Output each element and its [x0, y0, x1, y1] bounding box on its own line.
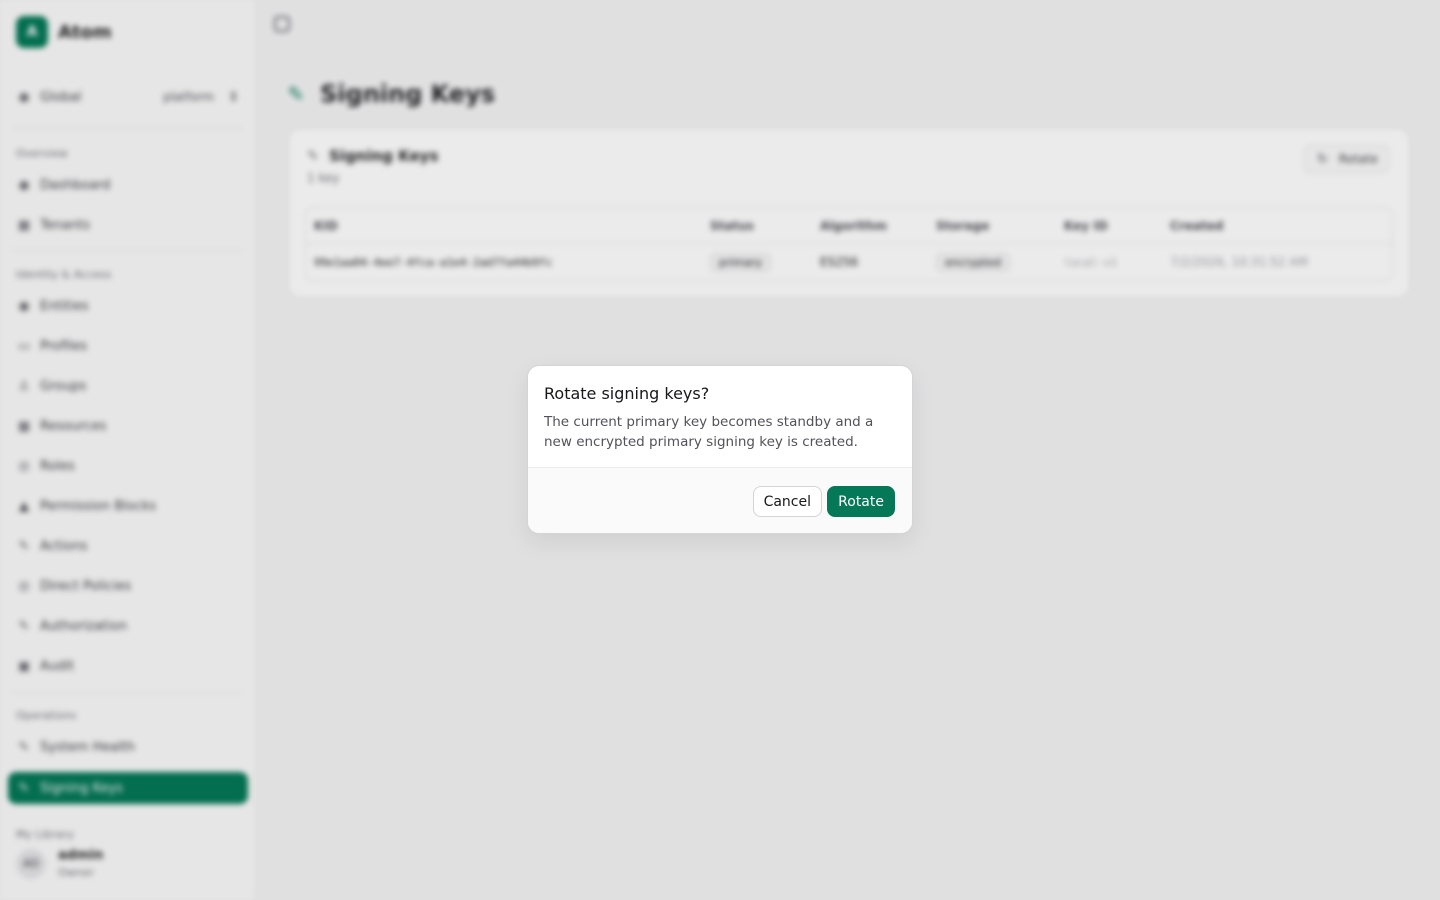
dialog-title: Rotate signing keys?: [544, 384, 710, 403]
cancel-button[interactable]: Cancel: [752, 486, 822, 517]
rotate-confirm-button[interactable]: Rotate: [827, 486, 895, 517]
dialog-footer: Cancel Rotate: [528, 467, 912, 533]
dialog-description: The current primary key becomes standby …: [544, 414, 874, 450]
rotate-keys-dialog: Rotate signing keys? The current primary…: [527, 365, 913, 534]
